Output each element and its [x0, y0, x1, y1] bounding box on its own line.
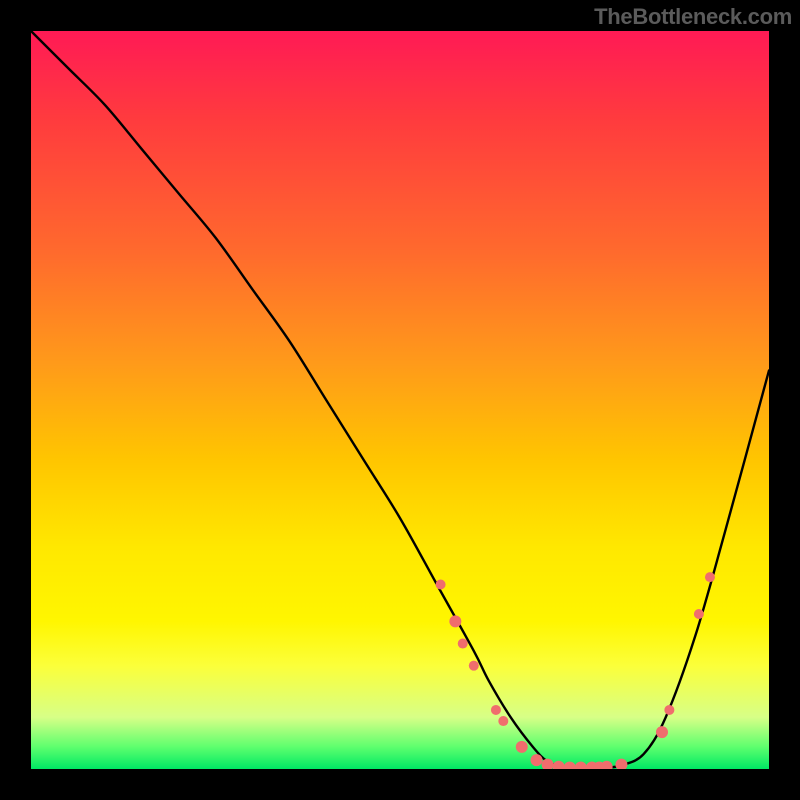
data-marker	[498, 716, 508, 726]
data-marker	[542, 759, 554, 769]
data-marker	[491, 705, 501, 715]
data-marker	[531, 754, 543, 766]
plot-area	[31, 31, 769, 769]
data-marker	[664, 705, 674, 715]
data-marker	[694, 609, 704, 619]
data-marker	[656, 726, 668, 738]
data-marker	[449, 615, 461, 627]
data-marker	[615, 759, 627, 769]
data-marker	[575, 762, 587, 769]
data-marker	[601, 761, 613, 769]
data-marker	[436, 580, 446, 590]
chart-frame: TheBottleneck.com	[0, 0, 800, 800]
data-marker	[516, 741, 528, 753]
curve-layer	[31, 31, 769, 769]
data-marker	[564, 762, 576, 769]
watermark-text: TheBottleneck.com	[594, 4, 792, 30]
data-marker	[458, 639, 468, 649]
data-marker	[705, 572, 715, 582]
data-marker	[553, 761, 565, 769]
bottleneck-curve	[31, 31, 769, 768]
marker-group	[436, 572, 715, 769]
data-marker	[469, 661, 479, 671]
